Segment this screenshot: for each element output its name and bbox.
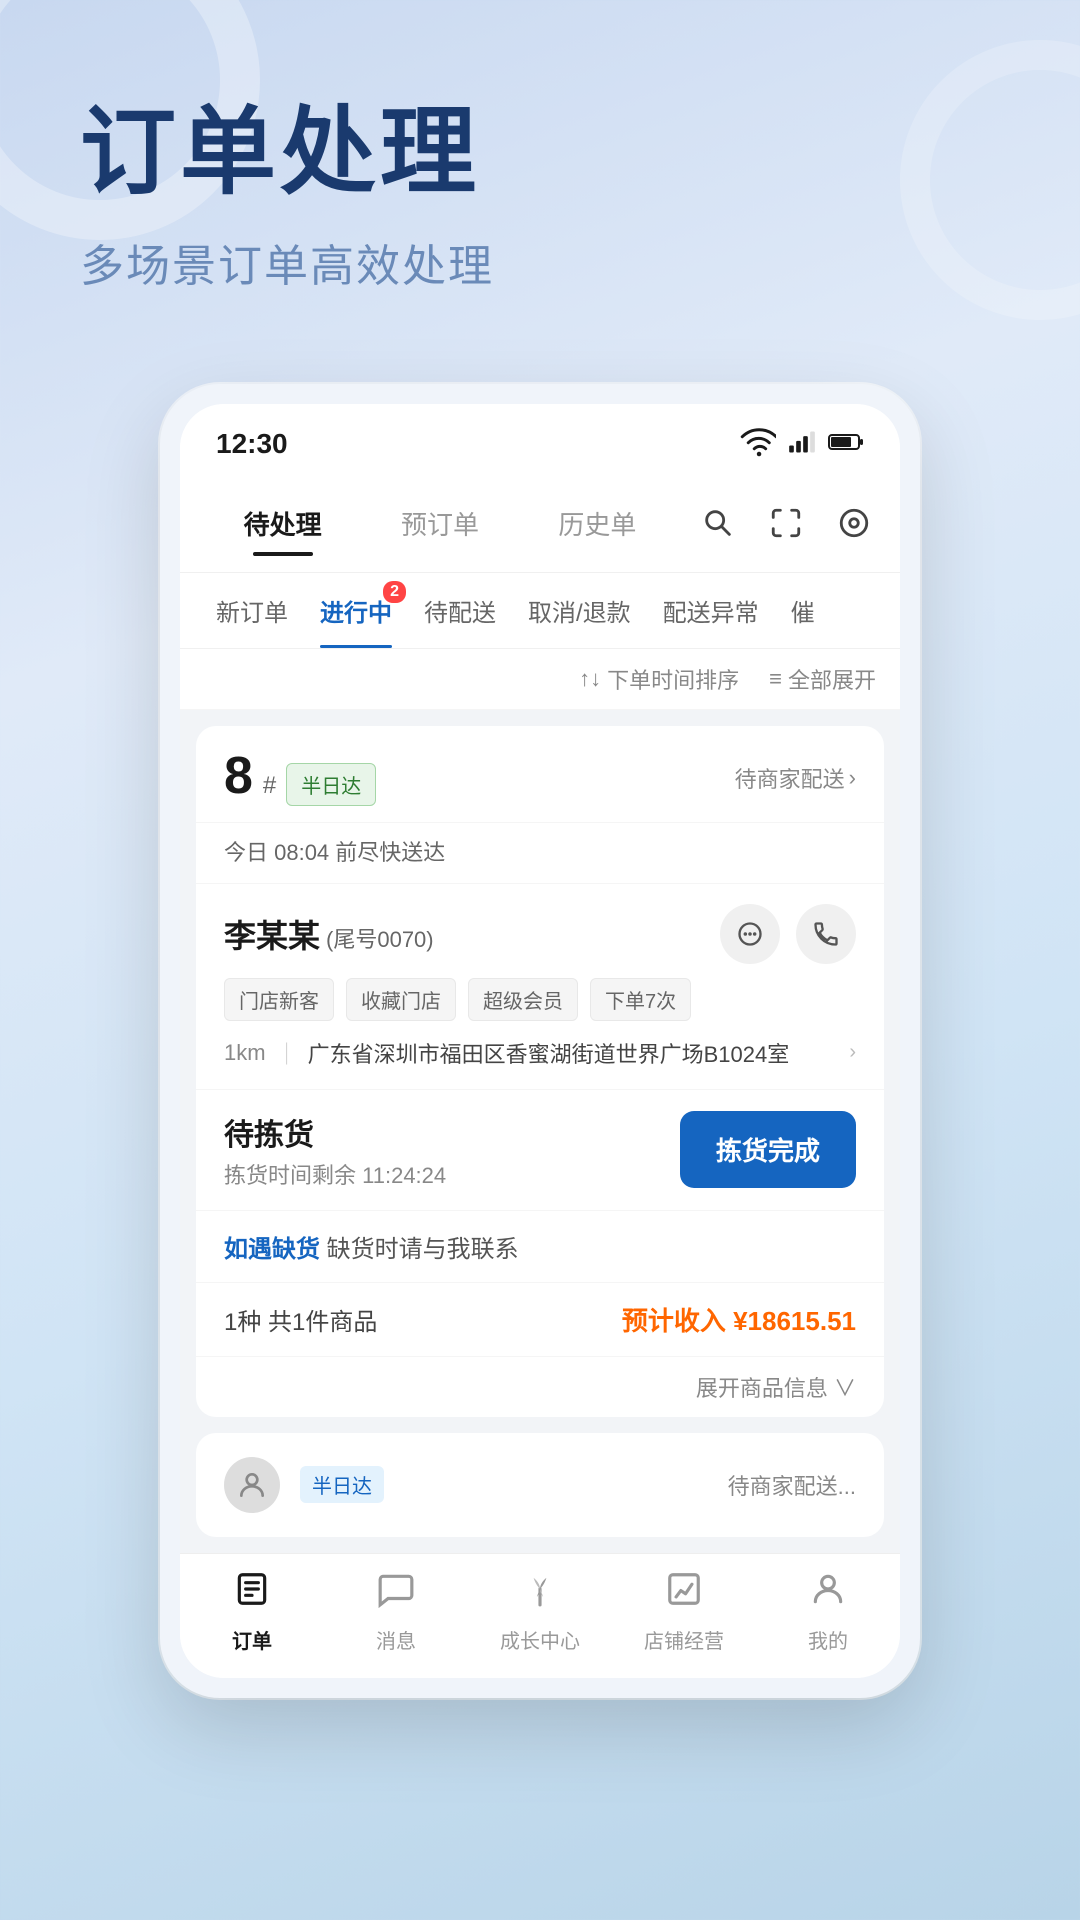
subnav-remind[interactable]: 催 bbox=[775, 573, 831, 648]
nav-mine[interactable]: 我的 bbox=[756, 1570, 900, 1654]
wifi-icon bbox=[740, 424, 776, 465]
stock-text: 缺货时请与我联系 bbox=[327, 1236, 519, 1263]
nav-messages[interactable]: 消息 bbox=[324, 1570, 468, 1654]
tab-pending[interactable]: 待处理 bbox=[204, 491, 361, 556]
store-ops-icon bbox=[665, 1570, 703, 1617]
customer-tags: 门店新客 收藏门店 超级会员 下单7次 bbox=[224, 978, 856, 1021]
distance: 1km bbox=[224, 1040, 266, 1066]
sort-label: 下单时间排序 bbox=[607, 663, 739, 695]
tab-prebook[interactable]: 预订单 bbox=[361, 491, 518, 556]
picking-complete-button[interactable]: 拣货完成 bbox=[680, 1111, 856, 1188]
nav-messages-label: 消息 bbox=[376, 1625, 416, 1654]
order-number: 8 bbox=[224, 750, 253, 802]
call-customer-button[interactable] bbox=[796, 904, 856, 964]
expand-all[interactable]: ≡ 全部展开 bbox=[769, 663, 876, 695]
customer-name: 李某某 bbox=[224, 911, 320, 957]
order-card-peek[interactable]: 半日达 待商家配送... bbox=[196, 1433, 884, 1537]
nav-mine-label: 我的 bbox=[808, 1625, 848, 1654]
customer-id: (尾号0070) bbox=[326, 922, 434, 954]
sub-nav-bar: 新订单 进行中 2 待配送 取消/退款 配送异常 催 bbox=[180, 573, 900, 649]
peek-avatar bbox=[224, 1457, 280, 1513]
stock-link[interactable]: 如遇缺货 bbox=[224, 1236, 320, 1263]
mine-icon bbox=[809, 1570, 847, 1617]
nav-growth-label: 成长中心 bbox=[500, 1625, 580, 1654]
expand-label: 全部展开 bbox=[788, 663, 876, 695]
growth-icon bbox=[521, 1570, 559, 1617]
phone-mockup: 12:30 bbox=[160, 384, 920, 1698]
subnav-inprogress[interactable]: 进行中 2 bbox=[304, 573, 408, 648]
bottom-nav: 订单 消息 bbox=[180, 1553, 900, 1678]
inprogress-badge: 2 bbox=[383, 581, 406, 603]
order-number-suffix: # bbox=[263, 772, 276, 800]
tab-action-icons bbox=[696, 501, 876, 545]
customer-actions bbox=[720, 904, 856, 964]
expand-icon: ≡ bbox=[769, 666, 782, 692]
customer-name-row: 李某某 (尾号0070) bbox=[224, 904, 856, 964]
address-arrow-icon: › bbox=[849, 1041, 856, 1064]
tag-vip: 超级会员 bbox=[468, 978, 578, 1021]
top-tab-bar: 待处理 预订单 历史单 bbox=[180, 475, 900, 573]
peek-status: 待商家配送... bbox=[728, 1469, 856, 1501]
status-icons bbox=[740, 424, 864, 465]
search-button[interactable] bbox=[696, 501, 740, 545]
phone-screen: 12:30 bbox=[180, 404, 900, 1678]
orders-icon bbox=[233, 1570, 271, 1617]
picking-section: 待拣货 拣货时间剩余 11:24:24 拣货完成 bbox=[196, 1090, 884, 1211]
nav-store-ops[interactable]: 店铺经营 bbox=[612, 1570, 756, 1654]
address-text: 广东省深圳市福田区香蜜湖街道世界广场B1024室 bbox=[308, 1037, 840, 1069]
page-subtitle: 多场景订单高效处理 bbox=[80, 230, 1000, 294]
order-header: 8 # 半日达 待商家配送 › bbox=[196, 726, 884, 823]
settings-button[interactable] bbox=[832, 501, 876, 545]
picking-info: 待拣货 拣货时间剩余 11:24:24 bbox=[224, 1110, 446, 1190]
picking-timer: 拣货时间剩余 11:24:24 bbox=[224, 1158, 446, 1190]
picking-countdown: 11:24:24 bbox=[362, 1163, 446, 1188]
stock-notice: 如遇缺货 缺货时请与我联系 bbox=[196, 1211, 884, 1283]
peek-order-tag: 半日达 bbox=[300, 1466, 384, 1503]
order-summary: 1种 共1件商品 预计收入 ¥18615.51 bbox=[196, 1283, 884, 1357]
order-card: 8 # 半日达 待商家配送 › 今日 08:04 前尽快送达 李某某 bbox=[196, 726, 884, 1417]
goods-count: 1种 共1件商品 bbox=[224, 1302, 377, 1337]
subnav-pending-delivery[interactable]: 待配送 bbox=[408, 573, 512, 648]
content-area: 8 # 半日达 待商家配送 › 今日 08:04 前尽快送达 李某某 bbox=[180, 710, 900, 1553]
nav-orders[interactable]: 订单 bbox=[180, 1570, 324, 1654]
subnav-new-order[interactable]: 新订单 bbox=[200, 573, 304, 648]
nav-store-ops-label: 店铺经营 bbox=[644, 1625, 724, 1654]
nav-orders-label: 订单 bbox=[232, 1625, 272, 1654]
picking-status: 待拣货 bbox=[224, 1110, 446, 1154]
order-status[interactable]: 待商家配送 › bbox=[735, 762, 856, 794]
tag-order-count: 下单7次 bbox=[590, 978, 691, 1021]
subnav-delivery-issue[interactable]: 配送异常 bbox=[647, 573, 775, 648]
sort-bar: ↑↓ 下单时间排序 ≡ 全部展开 bbox=[180, 649, 900, 710]
sort-icon: ↑↓ bbox=[579, 666, 601, 692]
expand-goods-info[interactable]: 展开商品信息 ∨ bbox=[196, 1357, 884, 1417]
status-bar: 12:30 bbox=[180, 404, 900, 475]
tab-history[interactable]: 历史单 bbox=[519, 491, 676, 556]
battery-icon bbox=[828, 430, 864, 459]
order-time: 今日 08:04 前尽快送达 bbox=[196, 823, 884, 884]
tag-favorite-store: 收藏门店 bbox=[346, 978, 456, 1021]
tag-new-customer: 门店新客 bbox=[224, 978, 334, 1021]
customer-section: 李某某 (尾号0070) bbox=[196, 884, 884, 1090]
message-customer-button[interactable] bbox=[720, 904, 780, 964]
page-title: 订单处理 bbox=[80, 100, 1000, 206]
sort-by-time[interactable]: ↑↓ 下单时间排序 bbox=[579, 663, 739, 695]
order-type-tag: 半日达 bbox=[286, 763, 376, 806]
scan-button[interactable] bbox=[764, 501, 808, 545]
estimated-income: 预计收入 ¥18615.51 bbox=[622, 1301, 856, 1338]
subnav-cancel-refund[interactable]: 取消/退款 bbox=[512, 573, 647, 648]
nav-growth[interactable]: 成长中心 bbox=[468, 1570, 612, 1654]
delivery-address[interactable]: 1km ｜ 广东省深圳市福田区香蜜湖街道世界广场B1024室 › bbox=[224, 1037, 856, 1069]
hero-section: 订单处理 多场景订单高效处理 bbox=[0, 0, 1080, 354]
signal-icon bbox=[788, 428, 816, 461]
messages-icon bbox=[377, 1570, 415, 1617]
status-time: 12:30 bbox=[216, 428, 288, 460]
